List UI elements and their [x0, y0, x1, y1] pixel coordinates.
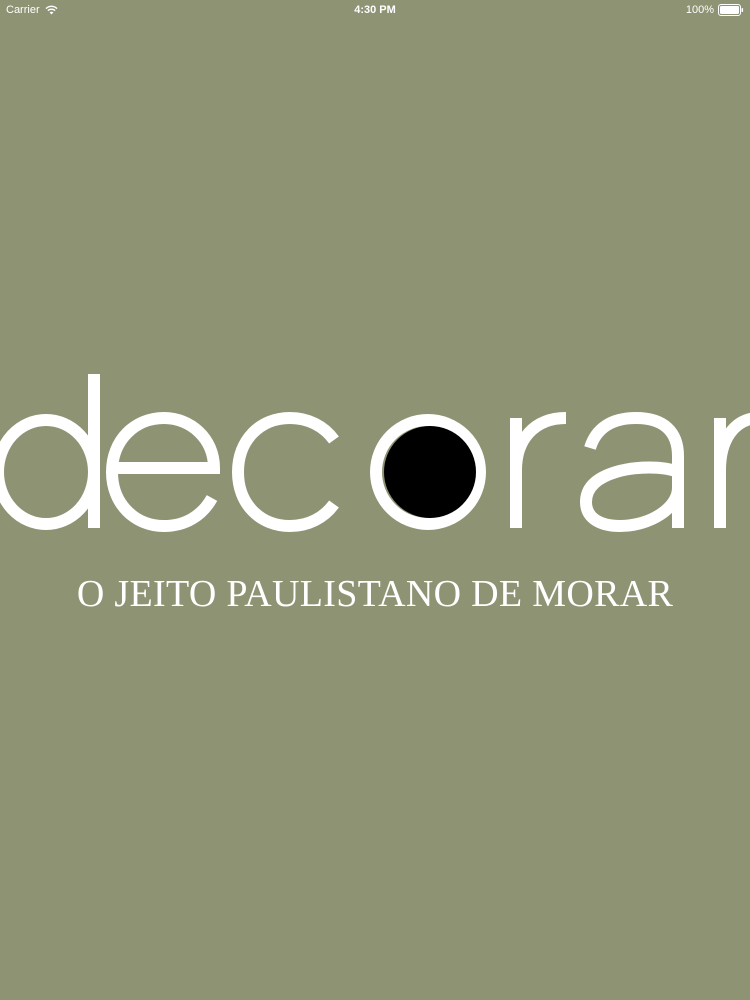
clock: 4:30 PM	[354, 4, 396, 16]
tagline: O JEITO PAULISTANO DE MORAR	[76, 573, 674, 615]
battery-icon	[718, 4, 744, 16]
battery-percent: 100%	[685, 4, 714, 16]
status-right: 100%	[686, 4, 744, 16]
decorar-logo	[0, 360, 750, 560]
status-bar: Carrier 4:30 PM 100%	[0, 0, 750, 22]
logo-dot	[384, 426, 476, 518]
